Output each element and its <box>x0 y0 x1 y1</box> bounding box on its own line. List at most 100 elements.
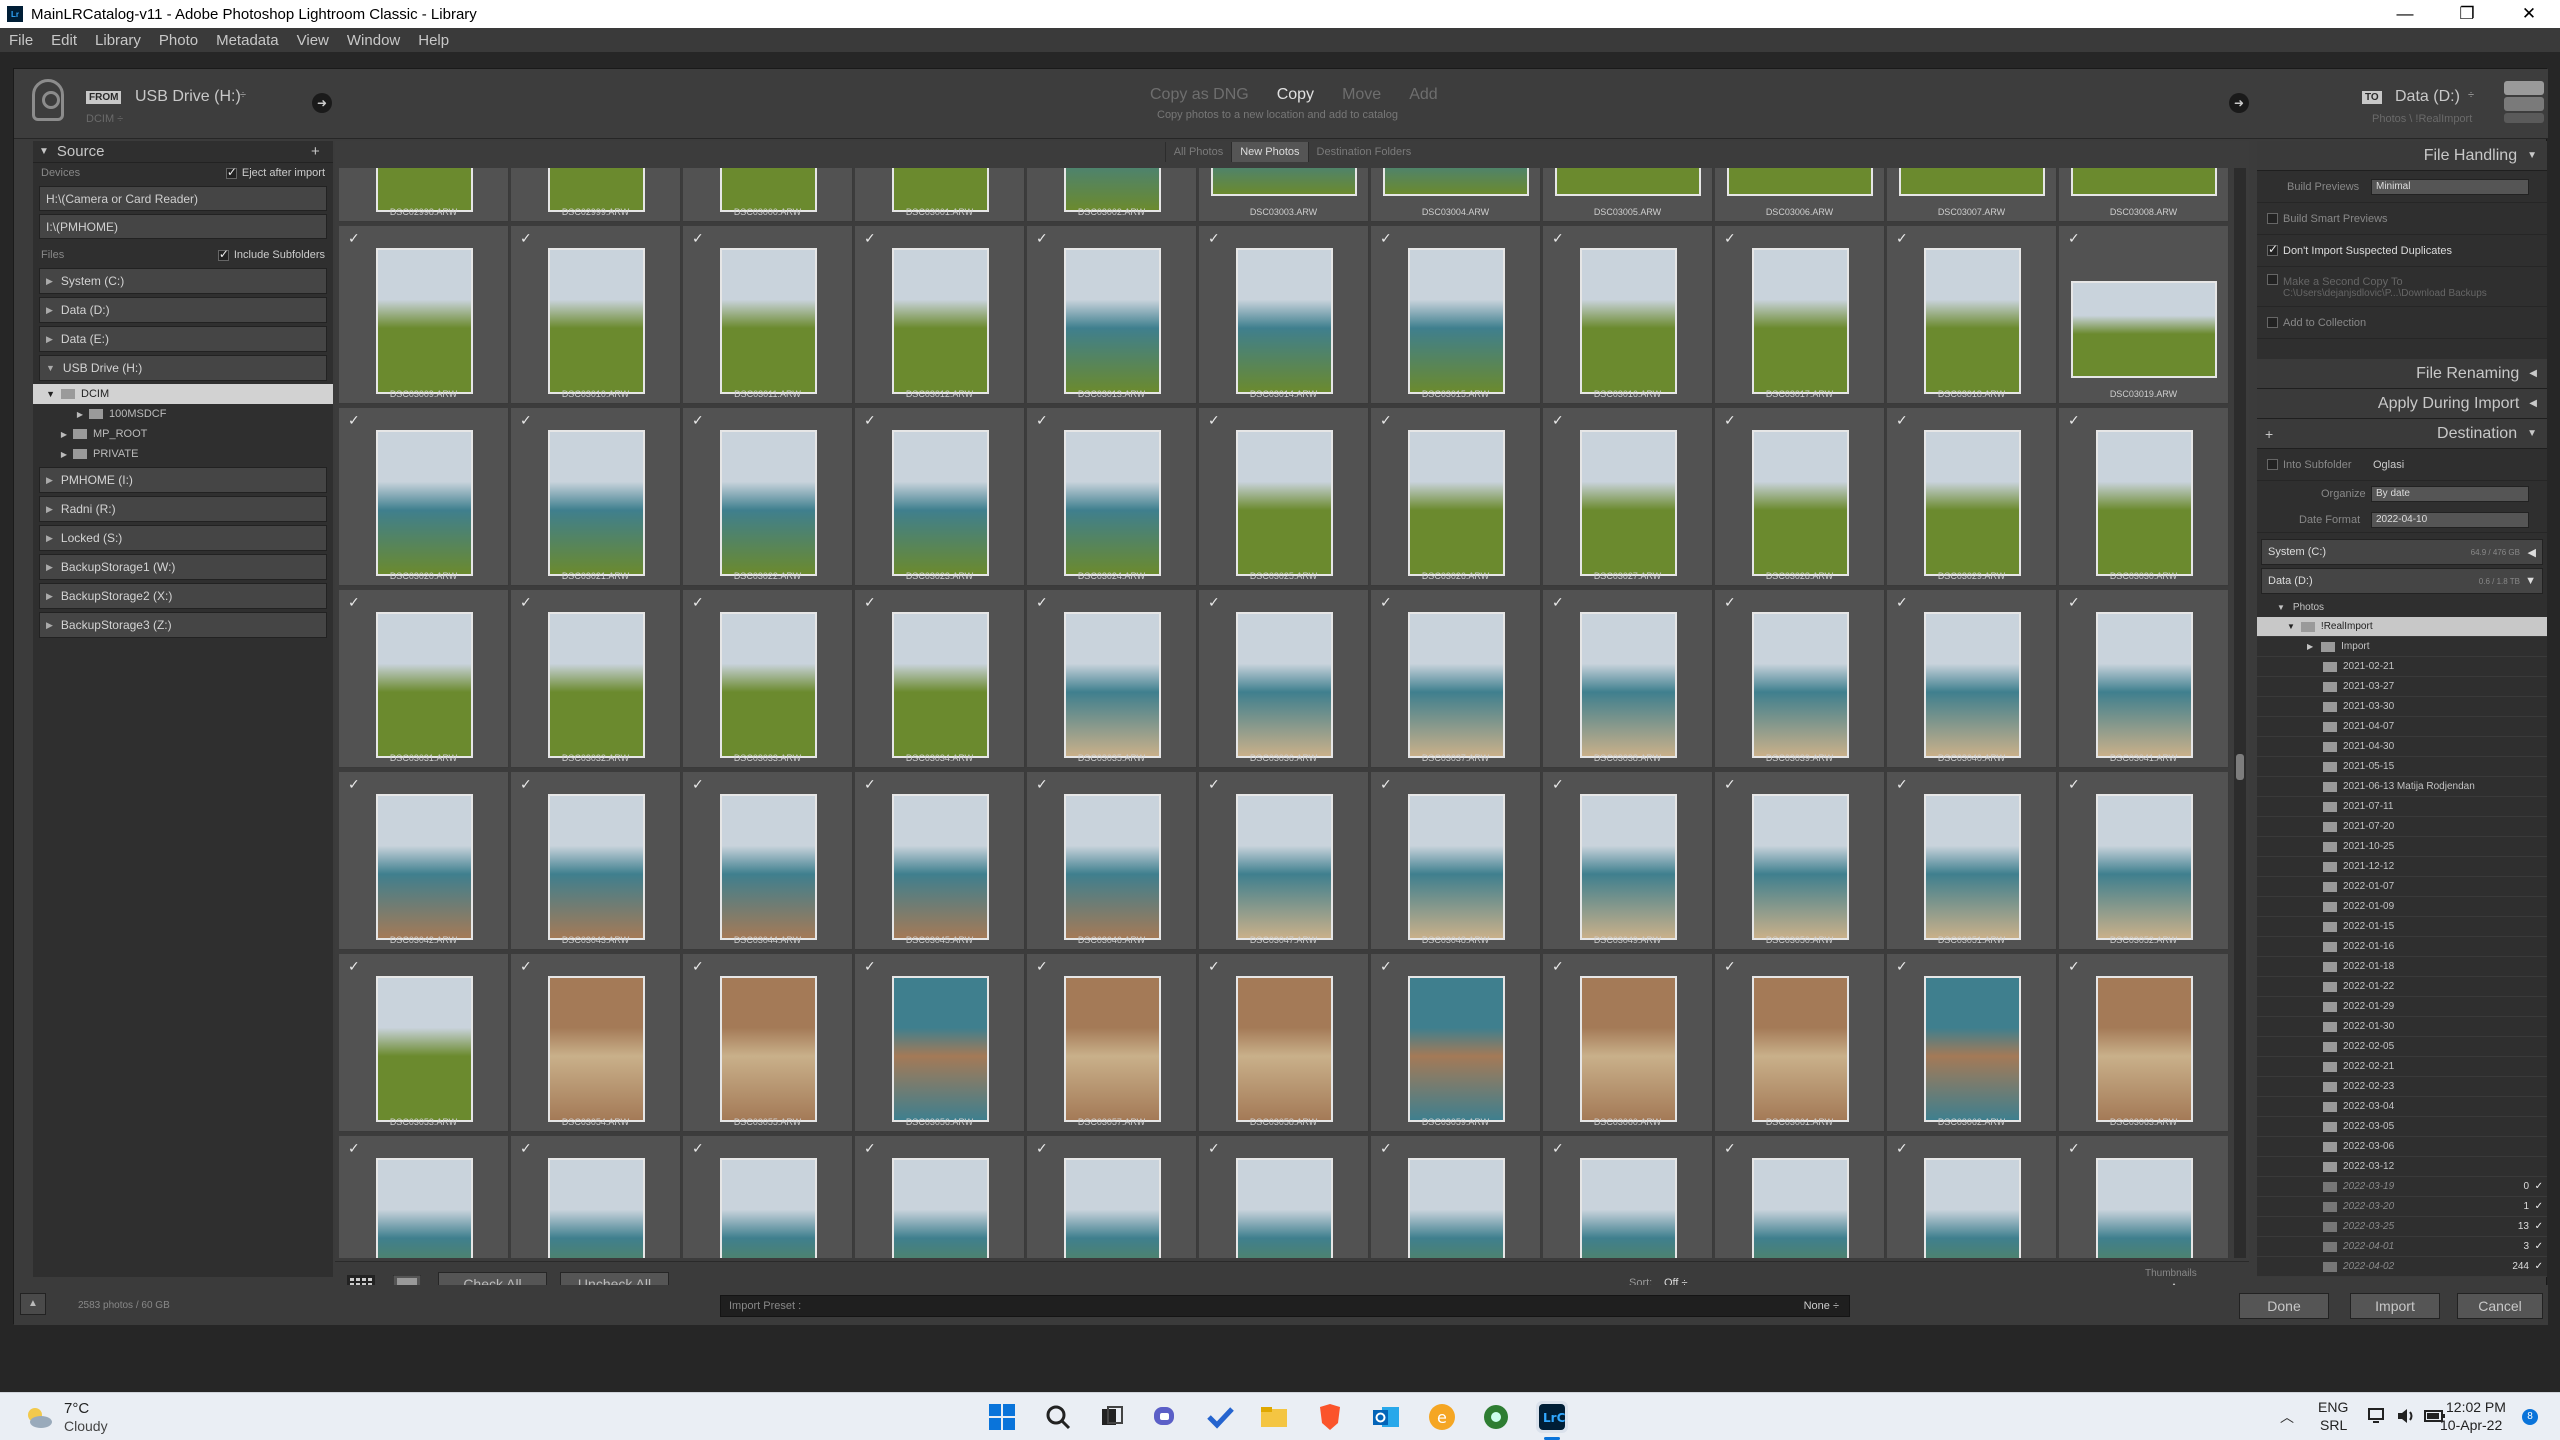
photo-cell[interactable]: ✓ DSC03026.ARW <box>1371 408 1541 586</box>
drive-system-c[interactable]: ▶ System (C:) <box>39 268 327 294</box>
folder-100msdcf[interactable]: ▶ 100MSDCF <box>33 404 333 424</box>
photo-cell[interactable]: ✓ DSC03043.ARW <box>511 772 681 950</box>
folder-mp-root[interactable]: ▶ MP_ROOT <box>33 424 333 444</box>
photo-cell[interactable]: ✓ DSC03050.ARW <box>1715 772 1885 950</box>
photo-checkbox[interactable]: ✓ <box>1724 412 1736 429</box>
destination-arrow-button[interactable]: ➜ <box>2229 93 2249 113</box>
photo-checkbox[interactable]: ✓ <box>864 958 876 975</box>
folder-photos[interactable]: ▼ Photos <box>2257 597 2547 617</box>
photo-thumbnail[interactable] <box>1751 248 1849 394</box>
menu-library[interactable]: Library <box>86 32 150 49</box>
destination-folder-item[interactable]: 2022-01-16 <box>2257 937 2547 957</box>
photo-cell[interactable]: ✓ DSC03059.ARW <box>1371 954 1541 1132</box>
tab-all-photos[interactable]: All Photos <box>1164 142 1232 162</box>
photo-cell[interactable]: ✓ DSC03053.ARW <box>339 954 509 1132</box>
photo-thumbnail[interactable] <box>1407 1158 1505 1258</box>
photo-checkbox[interactable]: ✓ <box>1380 594 1392 611</box>
destination-new-folder-item[interactable]: 2022-03-25 13 ✓ <box>2257 1217 2547 1237</box>
photo-cell[interactable]: ✓ DSC03060.ARW <box>1543 954 1713 1132</box>
photo-cell[interactable]: ✓ <box>511 1136 681 1258</box>
smart-previews-checkbox[interactable] <box>2267 213 2278 224</box>
photo-checkbox[interactable]: ✓ <box>2068 412 2080 429</box>
destination-folder-item[interactable]: 2022-02-23 <box>2257 1077 2547 1097</box>
photo-cell[interactable]: ✓DSC03004.ARW <box>1371 168 1541 222</box>
clock-date[interactable]: 10-Apr-22 <box>2440 1417 2502 1433</box>
menu-view[interactable]: View <box>288 32 338 49</box>
photo-cell[interactable]: ✓ DSC03054.ARW <box>511 954 681 1132</box>
organize-select[interactable]: By date <box>2371 486 2529 502</box>
import-preset-bar[interactable]: Import Preset : None ÷ <box>720 1295 1850 1317</box>
photo-thumbnail[interactable] <box>375 168 473 212</box>
photo-thumbnail[interactable] <box>1407 794 1505 940</box>
photo-thumbnail[interactable] <box>719 976 817 1122</box>
language-secondary[interactable]: SRL <box>2320 1417 2347 1433</box>
destination-folder-item[interactable]: 2021-03-27 <box>2257 677 2547 697</box>
photo-cell[interactable]: ✓ DSC03028.ARW <box>1715 408 1885 586</box>
second-copy-checkbox[interactable] <box>2267 274 2278 285</box>
photo-cell[interactable]: ✓ DSC03057.ARW <box>1027 954 1197 1132</box>
photo-checkbox[interactable]: ✓ <box>1208 1140 1220 1157</box>
photo-thumbnail[interactable] <box>547 168 645 212</box>
photo-checkbox[interactable]: ✓ <box>1552 230 1564 247</box>
destination-folder-item[interactable]: 2021-07-20 <box>2257 817 2547 837</box>
photo-checkbox[interactable]: ✓ <box>1552 776 1564 793</box>
photo-checkbox[interactable]: ✓ <box>2068 1140 2080 1157</box>
photo-thumbnail[interactable] <box>547 430 645 576</box>
photo-thumbnail[interactable] <box>547 248 645 394</box>
photo-thumbnail[interactable] <box>2071 168 2217 196</box>
photo-cell[interactable]: ✓ DSC03035.ARW <box>1027 590 1197 768</box>
photo-thumbnail[interactable] <box>891 430 989 576</box>
photo-thumbnail[interactable] <box>1727 168 1873 196</box>
photo-checkbox[interactable]: ✓ <box>1380 776 1392 793</box>
photo-cell[interactable]: ✓ DSC03063.ARW <box>2059 954 2229 1132</box>
photo-thumbnail[interactable] <box>1923 248 2021 394</box>
destination-folder-item[interactable]: 2021-04-07 <box>2257 717 2547 737</box>
photo-thumbnail[interactable] <box>1063 794 1161 940</box>
destination-folder-item[interactable]: 2021-10-25 <box>2257 837 2547 857</box>
drive-backup3-z[interactable]: ▶ BackupStorage3 (Z:) <box>39 612 327 638</box>
photo-checkbox[interactable]: ✓ <box>692 776 704 793</box>
photo-checkbox[interactable]: ✓ <box>1208 594 1220 611</box>
drive-backup1-w[interactable]: ▶ BackupStorage1 (W:) <box>39 554 327 580</box>
photo-checkbox[interactable]: ✓ <box>1036 958 1048 975</box>
photo-checkbox[interactable]: ✓ <box>1724 776 1736 793</box>
photo-thumbnail[interactable] <box>1899 168 2045 196</box>
photo-thumbnail[interactable] <box>375 248 473 394</box>
photo-checkbox[interactable]: ✓ <box>1724 958 1736 975</box>
photo-cell[interactable]: ✓ DSC03051.ARW <box>1887 772 2057 950</box>
source-dropdown-icon[interactable]: ÷ <box>240 89 246 101</box>
photo-cell[interactable]: ✓ DSC03021.ARW <box>511 408 681 586</box>
photo-cell[interactable]: ✓ DSC03047.ARW <box>1199 772 1369 950</box>
photo-thumbnail[interactable] <box>719 430 817 576</box>
destination-folder-item[interactable]: 2021-07-11 <box>2257 797 2547 817</box>
photo-cell[interactable]: ✓ DSC03011.ARW <box>683 226 853 404</box>
photo-checkbox[interactable]: ✓ <box>1380 1140 1392 1157</box>
photo-thumbnail[interactable] <box>375 794 473 940</box>
photo-cell[interactable]: ✓ <box>683 1136 853 1258</box>
photo-cell[interactable]: ✓ DSC03019.ARW <box>2059 226 2229 404</box>
photo-checkbox[interactable]: ✓ <box>520 230 532 247</box>
photo-thumbnail[interactable] <box>1751 1158 1849 1258</box>
done-button[interactable]: Done <box>2239 1293 2329 1319</box>
photo-thumbnail[interactable] <box>719 1158 817 1258</box>
photo-cell[interactable]: ✓ DSC03016.ARW <box>1543 226 1713 404</box>
clock-time[interactable]: 12:02 PM <box>2446 1399 2506 1415</box>
photo-thumbnail[interactable] <box>1063 612 1161 758</box>
photo-checkbox[interactable]: ✓ <box>348 412 360 429</box>
volume-system-c[interactable]: System (C:) 64.9 / 476 GB ◀ <box>2261 539 2543 565</box>
preset-selector[interactable]: None ÷ <box>1804 1300 1839 1312</box>
photo-cell[interactable]: ✓ <box>2059 1136 2229 1258</box>
photo-cell[interactable]: ✓ DSC03024.ARW <box>1027 408 1197 586</box>
photo-thumbnail[interactable] <box>1751 794 1849 940</box>
photo-cell[interactable]: ✓ DSC03042.ARW <box>339 772 509 950</box>
photo-checkbox[interactable]: ✓ <box>1208 958 1220 975</box>
photo-cell[interactable]: ✓DSC03003.ARW <box>1199 168 1369 222</box>
destination-new-folder-item[interactable]: 2022-03-20 1 ✓ <box>2257 1197 2547 1217</box>
photo-cell[interactable]: ✓ DSC03056.ARW <box>855 954 1025 1132</box>
destination-selector[interactable]: Data (D:) <box>2395 88 2460 106</box>
source-selector[interactable]: USB Drive (H:) <box>135 88 241 106</box>
photo-cell[interactable]: ✓ DSC03027.ARW <box>1543 408 1713 586</box>
photo-cell[interactable]: ✓DSC03002.ARW <box>1027 168 1197 222</box>
photo-cell[interactable]: ✓ DSC03049.ARW <box>1543 772 1713 950</box>
photo-thumbnail[interactable] <box>1579 248 1677 394</box>
